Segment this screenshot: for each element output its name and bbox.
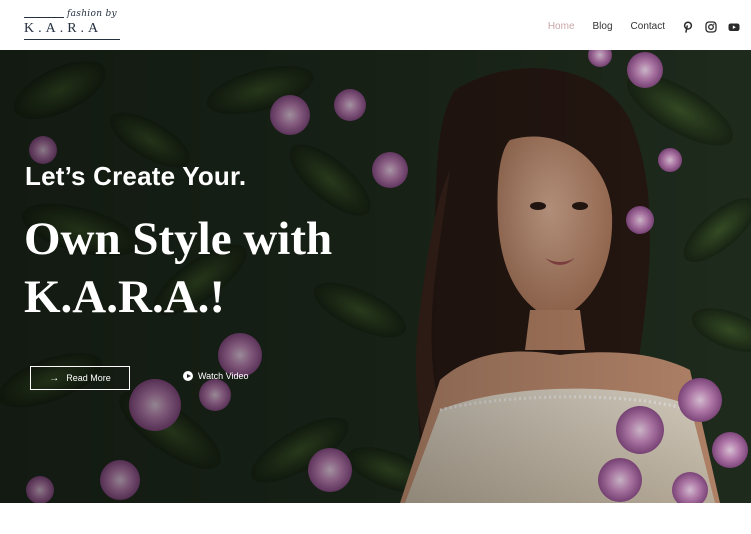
logo-rule	[24, 17, 64, 18]
hero-headline-line-1: Own Style with	[24, 213, 333, 265]
logo[interactable]: fashion by K.A.R.A	[22, 9, 122, 42]
nav-blog[interactable]: Blog	[593, 21, 613, 32]
logo-underline	[24, 39, 120, 40]
watch-video-button[interactable]: Watch Video	[183, 371, 249, 381]
social-links	[682, 20, 751, 33]
hero-subheading: Let’s Create Your.	[25, 161, 247, 191]
site-header: fashion by K.A.R.A Home Blog Contact	[0, 0, 751, 50]
hero-headline-line-2: K.A.R.A.!	[24, 271, 226, 323]
play-icon	[183, 371, 193, 381]
hero-headline: Own Style with K.A.R.A.!	[24, 210, 332, 326]
pinterest-icon[interactable]	[682, 20, 694, 33]
logo-script-text: fashion by	[67, 9, 117, 19]
arrow-right-icon: →	[49, 372, 60, 384]
instagram-icon[interactable]	[705, 20, 717, 33]
watch-video-label: Watch Video	[198, 371, 249, 381]
read-more-label: Read More	[66, 373, 111, 383]
logo-letters: K.A.R.A	[24, 21, 103, 36]
main-nav: Home Blog Contact	[548, 19, 751, 33]
hero-banner: Let’s Create Your. Own Style with K.A.R.…	[0, 50, 751, 503]
read-more-button[interactable]: → Read More	[30, 366, 130, 390]
youtube-icon[interactable]	[728, 20, 740, 32]
nav-contact[interactable]: Contact	[631, 21, 665, 32]
nav-home[interactable]: Home	[548, 21, 575, 32]
